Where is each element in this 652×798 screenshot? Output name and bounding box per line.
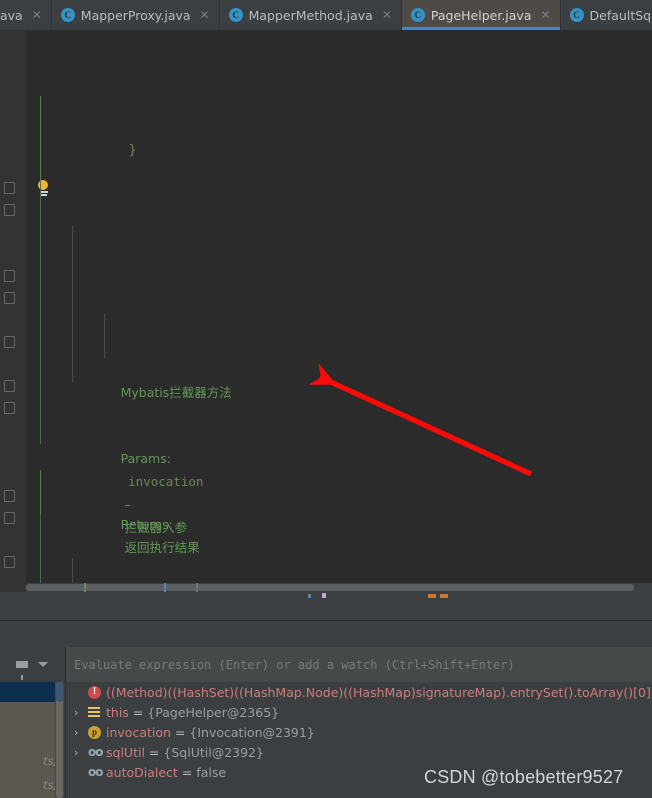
panel-splitter[interactable] xyxy=(0,592,652,647)
evaluate-input-placeholder[interactable]: Evaluate expression (Enter) or add a wat… xyxy=(66,658,515,672)
tab-defaultsqlsession[interactable]: C DefaultSqlSession.j xyxy=(560,0,652,30)
javadoc-param-name: invocation xyxy=(128,474,204,489)
javadoc-returns-label: Returns: xyxy=(120,517,173,532)
fold-region-icon[interactable] xyxy=(4,380,15,392)
variable-row-error[interactable]: › ! ((Method)((HashSet)((HashMap.Node)((… xyxy=(66,682,652,702)
expand-arrow-icon[interactable]: › xyxy=(74,746,88,759)
javadoc-summary: Mybatis拦截器方法 xyxy=(120,385,232,400)
variable-value: {PageHelper@2365} xyxy=(147,704,280,720)
fold-region-icon[interactable] xyxy=(4,204,15,216)
indent-guide xyxy=(40,514,41,592)
scrollbar-thumb-selected xyxy=(56,682,63,702)
tab-label: MapperMethod.java xyxy=(248,7,373,23)
expand-arrow-icon[interactable]: › xyxy=(74,726,88,739)
scroll-marker xyxy=(196,583,198,592)
code-line-blank[interactable] xyxy=(26,184,652,206)
tab-mappermethod[interactable]: C MapperMethod.java ✕ xyxy=(219,0,402,30)
fold-region-icon[interactable] xyxy=(4,336,15,348)
tab-mapperproxy[interactable]: C MapperProxy.java ✕ xyxy=(51,0,220,30)
fold-region-icon[interactable] xyxy=(4,556,15,568)
tab-label: DefaultSqlSession.j xyxy=(589,7,652,23)
parameter-icon: p xyxy=(88,725,106,739)
fold-region-icon[interactable] xyxy=(4,402,15,414)
javadoc-returns-line[interactable]: Returns: 返回执行结果 xyxy=(26,492,652,555)
close-icon[interactable]: ✕ xyxy=(382,9,392,21)
indent-guide xyxy=(40,182,41,444)
frames-toolbar xyxy=(0,647,64,682)
equals-sign: = xyxy=(132,704,144,720)
debugger-panel: ts) ts) Evaluate expression (Enter) or a… xyxy=(0,647,652,798)
object-field-icon xyxy=(88,706,106,718)
javadoc-params-line[interactable]: Params: invocation – 拦截器入参 xyxy=(26,426,652,535)
editor-horizontal-scrollbar[interactable] xyxy=(26,583,652,592)
fold-region-icon[interactable] xyxy=(4,182,15,194)
close-icon[interactable]: ✕ xyxy=(32,9,42,21)
code-line-blank[interactable] xyxy=(26,294,652,316)
variable-value: {SqlUtil@2392} xyxy=(163,744,264,760)
fold-region-icon[interactable] xyxy=(4,490,15,502)
frames-column: ts) ts) xyxy=(0,647,64,798)
variable-row-sqlutil[interactable]: › oo sqlUtil = {SqlUtil@2392} xyxy=(66,742,652,762)
javadoc-returns-desc: 返回执行结果 xyxy=(124,540,200,555)
close-icon[interactable]: ✕ xyxy=(200,9,210,21)
java-class-icon: C xyxy=(569,8,584,22)
variable-row-invocation[interactable]: › p invocation = {Invocation@2391} xyxy=(66,722,652,742)
variable-value: {Invocation@2391} xyxy=(189,724,315,740)
tab-label: PageHelper.java xyxy=(430,7,532,23)
javadoc-throws-line[interactable]: Throws: Throwable – 抛出异常 xyxy=(26,558,652,592)
tab-pagehelper[interactable]: C PageHelper.java ✕ xyxy=(401,0,561,30)
fold-region-icon[interactable] xyxy=(4,270,15,282)
java-class-icon: C xyxy=(410,8,425,22)
scroll-marker xyxy=(428,594,436,598)
expand-arrow-placeholder: › xyxy=(74,766,88,779)
ide-window: ava ✕ C MapperProxy.java ✕ C MapperMetho… xyxy=(0,0,652,798)
scroll-marker xyxy=(440,594,448,598)
indent-guide xyxy=(72,226,73,382)
variable-name: sqlUtil xyxy=(106,744,145,760)
scroll-marker xyxy=(84,583,86,592)
java-class-icon: C xyxy=(228,8,243,22)
tab-label: MapperProxy.java xyxy=(80,7,191,23)
indent-guide xyxy=(104,314,105,358)
divider xyxy=(0,620,652,621)
variable-name: invocation xyxy=(106,724,171,740)
chevron-down-icon[interactable] xyxy=(38,662,48,667)
variable-row-this[interactable]: › this = {PageHelper@2365} xyxy=(66,702,652,722)
javadoc2-left-bar xyxy=(40,470,41,514)
variable-name: autoDialect xyxy=(106,764,178,780)
scrollbar-thumb[interactable] xyxy=(26,584,634,591)
field-icon: oo xyxy=(88,765,103,779)
watermark-text: CSDN @tobebetter9527 xyxy=(424,767,624,787)
javadoc-left-bar xyxy=(40,96,41,184)
filter-funnel-icon[interactable] xyxy=(16,661,28,680)
equals-sign: = xyxy=(174,724,186,740)
error-icon: ! xyxy=(88,685,106,699)
java-class-icon: C xyxy=(60,8,75,22)
fold-region-icon[interactable] xyxy=(4,512,15,524)
variable-value: false xyxy=(196,764,227,780)
expand-arrow-placeholder: › xyxy=(74,686,88,699)
fold-region-icon[interactable] xyxy=(4,292,15,304)
variable-error-text: ((Method)((HashSet)((HashMap.Node)((Hash… xyxy=(106,684,652,700)
evaluate-expression-bar[interactable]: Evaluate expression (Enter) or add a wat… xyxy=(65,647,652,683)
code-content[interactable]: } Mybatis拦截器方法 Params: invocation – 拦截器入… xyxy=(26,30,652,592)
equals-sign: = xyxy=(181,764,193,780)
expand-arrow-icon[interactable]: › xyxy=(74,706,88,719)
tab-label: ava xyxy=(0,7,23,23)
tab-truncated-java[interactable]: ava ✕ xyxy=(0,0,52,30)
field-icon: oo xyxy=(88,745,103,759)
editor-gutter[interactable] xyxy=(0,30,26,592)
equals-sign: = xyxy=(148,744,160,760)
frames-scrollbar[interactable] xyxy=(55,682,64,798)
code-editor[interactable]: } Mybatis拦截器方法 Params: invocation – 拦截器入… xyxy=(0,30,652,592)
code-line[interactable]: } xyxy=(26,118,652,158)
editor-tab-bar: ava ✕ C MapperProxy.java ✕ C MapperMetho… xyxy=(0,0,652,31)
scroll-marker xyxy=(322,593,326,598)
variable-name: this xyxy=(106,704,129,720)
javadoc-params-label: Params: xyxy=(120,451,171,466)
scroll-marker xyxy=(308,594,311,598)
close-icon[interactable]: ✕ xyxy=(540,9,550,21)
scroll-marker xyxy=(164,583,166,592)
javadoc-summary-line[interactable]: Mybatis拦截器方法 xyxy=(26,360,652,400)
